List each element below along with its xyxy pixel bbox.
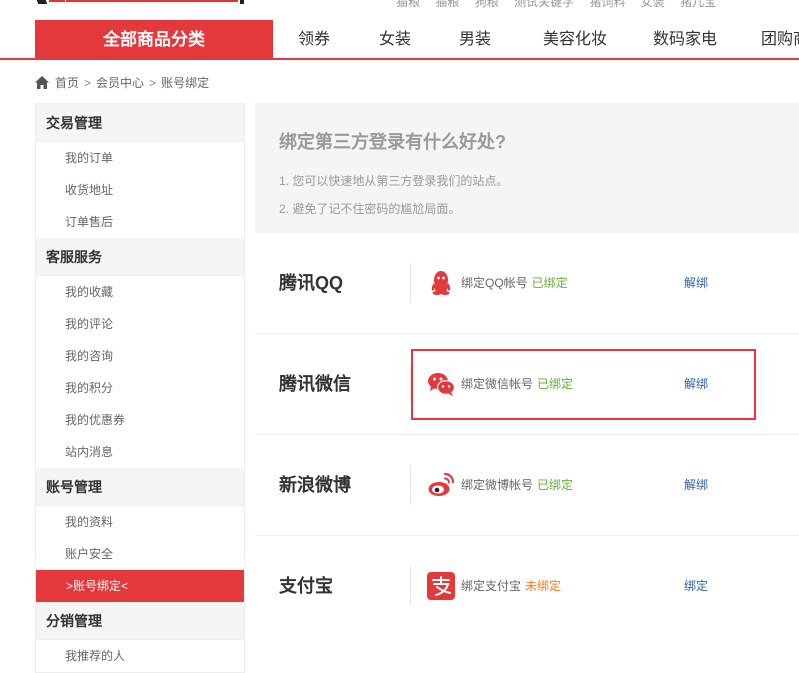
home-icon xyxy=(35,76,49,89)
binding-status: 已绑定 xyxy=(537,377,574,391)
benefits-panel: 绑定第三方登录有什么好处? 1. 您可以快速地从第三方登录我们的站点。 2. 避… xyxy=(255,103,799,233)
binding-provider-name: 支付宝 xyxy=(279,576,333,596)
breadcrumb-separator: > xyxy=(84,75,92,90)
bind-alipay-link[interactable]: 绑定 xyxy=(684,536,708,636)
hot-search-words: 猫粮 猫粮 狗粮 测试关键字 猪饲料 女装 猪儿宝 xyxy=(396,0,728,10)
sidebar-item-favorites[interactable]: 我的收藏 xyxy=(36,276,244,308)
top-strip: 猫粮 猫粮 狗粮 测试关键字 猪饲料 女装 猪儿宝 xyxy=(0,0,799,20)
sidebar-item-profile[interactable]: 我的资料 xyxy=(36,506,244,538)
nav-item-beauty[interactable]: 美容化妆 xyxy=(515,20,635,60)
nav-item-men[interactable]: 男装 xyxy=(435,20,515,60)
divider xyxy=(410,566,411,606)
nav-item-coupons[interactable]: 领券 xyxy=(273,20,355,60)
binding-label: 绑定微信帐号 已绑定 xyxy=(461,377,574,391)
binding-status: 未绑定 xyxy=(525,579,562,593)
sidebar-group-title: 交易管理 xyxy=(36,104,244,142)
nav-item-digital[interactable]: 数码家电 xyxy=(635,20,735,60)
sidebar-item-orders[interactable]: 我的订单 xyxy=(36,142,244,174)
sidebar-item-points[interactable]: 我的积分 xyxy=(36,372,244,404)
breadcrumb-member-center[interactable]: 会员中心 xyxy=(96,74,144,91)
wechat-icon xyxy=(428,373,455,396)
breadcrumb-home[interactable]: 首页 xyxy=(55,74,79,91)
hot-word[interactable]: 猪儿宝 xyxy=(680,0,716,9)
binding-label: 绑定QQ帐号 已绑定 xyxy=(461,276,568,290)
unbind-qq-link[interactable]: 解绑 xyxy=(684,233,708,333)
binding-label: 绑定支付宝 未绑定 xyxy=(461,579,562,593)
breadcrumb: 首页 > 会员中心 > 账号绑定 xyxy=(35,74,209,91)
sidebar-item-messages[interactable]: 站内消息 xyxy=(36,436,244,468)
main-nav: 全部商品分类 领券 女装 男装 美容化妆 数码家电 团购商 xyxy=(0,20,799,60)
hot-word[interactable]: 猫粮 xyxy=(396,0,420,9)
search-box[interactable] xyxy=(66,0,238,2)
benefits-line: 2. 避免了记不住密码的尴尬局面。 xyxy=(279,202,461,216)
sidebar-item-inquiries[interactable]: 我的咨询 xyxy=(36,340,244,372)
binding-provider-name: 新浪微博 xyxy=(279,475,351,495)
binding-row-qq: 腾讯QQ 绑定QQ帐号 已绑定 解绑 xyxy=(255,233,799,334)
binding-provider-name: 腾讯微信 xyxy=(279,374,351,394)
hot-word[interactable]: 测试关键字 xyxy=(514,0,574,9)
alipay-icon xyxy=(427,572,455,600)
breadcrumb-separator: > xyxy=(149,75,157,90)
sidebar-item-reviews[interactable]: 我的评论 xyxy=(36,308,244,340)
qq-icon xyxy=(431,271,451,295)
unbind-wechat-link[interactable]: 解绑 xyxy=(684,334,708,434)
sidebar-item-security[interactable]: 账户安全 xyxy=(36,538,244,570)
divider xyxy=(410,364,411,404)
divider xyxy=(410,263,411,303)
hot-word[interactable]: 猪饲料 xyxy=(589,0,625,9)
binding-provider-name: 腾讯QQ xyxy=(279,273,344,293)
unbind-weibo-link[interactable]: 解绑 xyxy=(684,435,708,535)
binding-row-weibo: 新浪微博 绑定微博帐号 已绑定 解绑 xyxy=(255,435,799,536)
sidebar-group-title: 客服服务 xyxy=(36,238,244,276)
binding-row-alipay: 支付宝 绑定支付宝 未绑定 绑定 xyxy=(255,536,799,637)
binding-label: 绑定微博帐号 已绑定 xyxy=(461,478,574,492)
hot-word[interactable]: 猫粮 xyxy=(435,0,459,9)
hot-word[interactable]: 狗粮 xyxy=(475,0,499,9)
sidebar-group-title: 分销管理 xyxy=(36,602,244,640)
sidebar-item-referrals[interactable]: 我推荐的人 xyxy=(36,640,244,672)
hot-word[interactable]: 女装 xyxy=(641,0,665,9)
all-categories-button[interactable]: 全部商品分类 xyxy=(35,20,273,60)
binding-row-wechat: 腾讯微信 绑定微信帐号 已绑定 解绑 xyxy=(255,334,799,435)
nav-items: 领券 女装 男装 美容化妆 数码家电 团购商 xyxy=(273,20,799,60)
binding-status: 已绑定 xyxy=(531,276,568,290)
weibo-icon xyxy=(428,472,455,496)
binding-main: 绑定第三方登录有什么好处? 1. 您可以快速地从第三方登录我们的站点。 2. 避… xyxy=(255,103,799,637)
benefits-line: 1. 您可以快速地从第三方登录我们的站点。 xyxy=(279,174,509,188)
divider xyxy=(410,465,411,505)
sidebar-group-title: 账号管理 xyxy=(36,468,244,506)
sidebar-item-account-binding[interactable]: >账号绑定< xyxy=(36,570,244,602)
benefits-title: 绑定第三方登录有什么好处? xyxy=(279,132,506,152)
sidebar-item-coupons[interactable]: 我的优惠券 xyxy=(36,404,244,436)
nav-item-women[interactable]: 女装 xyxy=(355,20,435,60)
member-sidebar: 交易管理 我的订单 收货地址 订单售后 客服服务 我的收藏 我的评论 我的咨询 … xyxy=(35,103,245,673)
search-box-edge xyxy=(240,0,244,4)
binding-status: 已绑定 xyxy=(537,478,574,492)
breadcrumb-current: 账号绑定 xyxy=(161,76,210,90)
site-logo[interactable] xyxy=(33,0,65,4)
sidebar-item-addresses[interactable]: 收货地址 xyxy=(36,174,244,206)
nav-item-group-buy[interactable]: 团购商 xyxy=(735,20,799,60)
sidebar-item-after-sales[interactable]: 订单售后 xyxy=(36,206,244,238)
